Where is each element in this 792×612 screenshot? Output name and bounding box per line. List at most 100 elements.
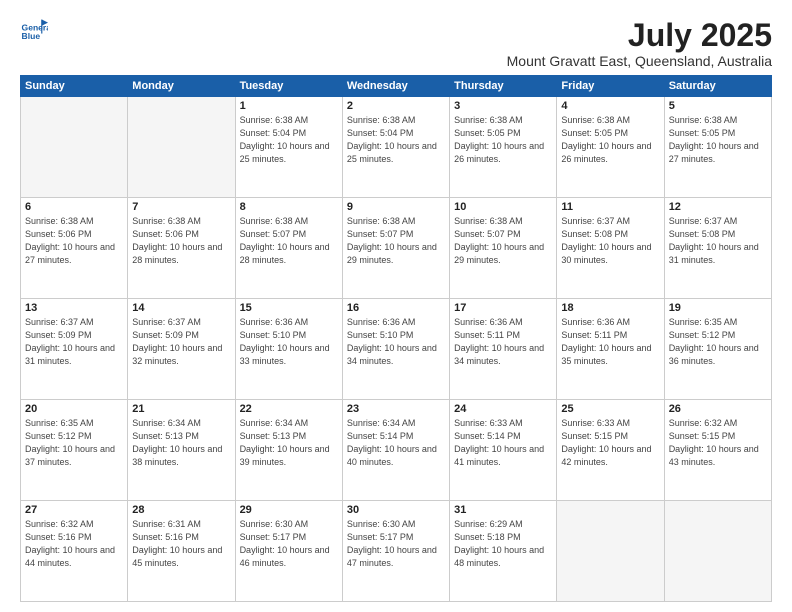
day-number: 10 (454, 201, 552, 213)
calendar-cell (21, 97, 128, 198)
day-number: 26 (669, 403, 767, 415)
day-info: Sunrise: 6:38 AM Sunset: 5:06 PM Dayligh… (25, 215, 123, 267)
day-info: Sunrise: 6:34 AM Sunset: 5:13 PM Dayligh… (240, 417, 338, 469)
day-info: Sunrise: 6:38 AM Sunset: 5:06 PM Dayligh… (132, 215, 230, 267)
day-info: Sunrise: 6:30 AM Sunset: 5:17 PM Dayligh… (347, 518, 445, 570)
day-info: Sunrise: 6:29 AM Sunset: 5:18 PM Dayligh… (454, 518, 552, 570)
week-row-2: 13Sunrise: 6:37 AM Sunset: 5:09 PM Dayli… (21, 299, 772, 400)
weekday-header-row: SundayMondayTuesdayWednesdayThursdayFrid… (21, 76, 772, 97)
calendar-cell: 19 Sunrise: 6:35 AM Sunset: 5:12 PM Dayli… (664, 299, 771, 400)
calendar-cell: 25 Sunrise: 6:33 AM Sunset: 5:15 PM Dayli… (557, 400, 664, 501)
weekday-header-thursday: Thursday (450, 76, 557, 97)
day-number: 27 (25, 504, 123, 516)
day-number: 18 (561, 302, 659, 314)
day-info: Sunrise: 6:37 AM Sunset: 5:08 PM Dayligh… (669, 215, 767, 267)
day-info: Sunrise: 6:36 AM Sunset: 5:10 PM Dayligh… (347, 316, 445, 368)
day-number: 20 (25, 403, 123, 415)
calendar-table: SundayMondayTuesdayWednesdayThursdayFrid… (20, 75, 772, 602)
day-info: Sunrise: 6:32 AM Sunset: 5:15 PM Dayligh… (669, 417, 767, 469)
week-row-0: 1Sunrise: 6:38 AM Sunset: 5:04 PM Daylig… (21, 97, 772, 198)
day-number: 7 (132, 201, 230, 213)
day-info: Sunrise: 6:36 AM Sunset: 5:11 PM Dayligh… (454, 316, 552, 368)
day-info: Sunrise: 6:36 AM Sunset: 5:11 PM Dayligh… (561, 316, 659, 368)
generalblue-logo-icon: General Blue (20, 18, 48, 46)
calendar-cell: 16 Sunrise: 6:36 AM Sunset: 5:10 PM Dayli… (342, 299, 449, 400)
calendar-cell: 23 Sunrise: 6:34 AM Sunset: 5:14 PM Dayli… (342, 400, 449, 501)
day-number: 11 (561, 201, 659, 213)
week-row-1: 6 Sunrise: 6:38 AM Sunset: 5:06 PM Daylig… (21, 198, 772, 299)
day-number: 25 (561, 403, 659, 415)
day-info: Sunrise: 6:35 AM Sunset: 5:12 PM Dayligh… (669, 316, 767, 368)
day-info: Sunrise: 6:33 AM Sunset: 5:15 PM Dayligh… (561, 417, 659, 469)
day-number: 31 (454, 504, 552, 516)
day-info: Sunrise: 6:38 AM Sunset: 5:04 PM Dayligh… (347, 114, 445, 166)
day-number: 17 (454, 302, 552, 314)
calendar-cell: 31 Sunrise: 6:29 AM Sunset: 5:18 PM Dayli… (450, 501, 557, 602)
calendar-cell: 7 Sunrise: 6:38 AM Sunset: 5:06 PM Daylig… (128, 198, 235, 299)
header: General Blue July 2025 Mount Gravatt Eas… (20, 18, 772, 69)
week-row-4: 27Sunrise: 6:32 AM Sunset: 5:16 PM Dayli… (21, 501, 772, 602)
day-number: 8 (240, 201, 338, 213)
page: General Blue July 2025 Mount Gravatt Eas… (0, 0, 792, 612)
day-number: 6 (25, 201, 123, 213)
day-number: 21 (132, 403, 230, 415)
calendar-cell: 26 Sunrise: 6:32 AM Sunset: 5:15 PM Dayli… (664, 400, 771, 501)
weekday-header-tuesday: Tuesday (235, 76, 342, 97)
calendar-cell: 11Sunrise: 6:37 AM Sunset: 5:08 PM Dayli… (557, 198, 664, 299)
calendar-cell: 28Sunrise: 6:31 AM Sunset: 5:16 PM Dayli… (128, 501, 235, 602)
calendar-cell: 22 Sunrise: 6:34 AM Sunset: 5:13 PM Dayli… (235, 400, 342, 501)
weekday-header-monday: Monday (128, 76, 235, 97)
calendar-cell (664, 501, 771, 602)
weekday-header-sunday: Sunday (21, 76, 128, 97)
day-number: 9 (347, 201, 445, 213)
calendar-cell: 10 Sunrise: 6:38 AM Sunset: 5:07 PM Dayli… (450, 198, 557, 299)
day-number: 24 (454, 403, 552, 415)
day-info: Sunrise: 6:34 AM Sunset: 5:14 PM Dayligh… (347, 417, 445, 469)
calendar-cell (128, 97, 235, 198)
calendar-cell: 17 Sunrise: 6:36 AM Sunset: 5:11 PM Dayli… (450, 299, 557, 400)
calendar-cell: 15Sunrise: 6:36 AM Sunset: 5:10 PM Dayli… (235, 299, 342, 400)
day-info: Sunrise: 6:35 AM Sunset: 5:12 PM Dayligh… (25, 417, 123, 469)
calendar-cell: 1Sunrise: 6:38 AM Sunset: 5:04 PM Daylig… (235, 97, 342, 198)
day-number: 14 (132, 302, 230, 314)
day-number: 23 (347, 403, 445, 415)
weekday-header-friday: Friday (557, 76, 664, 97)
day-info: Sunrise: 6:38 AM Sunset: 5:05 PM Dayligh… (454, 114, 552, 166)
day-number: 16 (347, 302, 445, 314)
calendar-cell: 24 Sunrise: 6:33 AM Sunset: 5:14 PM Dayli… (450, 400, 557, 501)
day-info: Sunrise: 6:31 AM Sunset: 5:16 PM Dayligh… (132, 518, 230, 570)
location-title: Mount Gravatt East, Queensland, Australi… (507, 53, 772, 69)
month-title: July 2025 (507, 18, 772, 53)
day-info: Sunrise: 6:38 AM Sunset: 5:07 PM Dayligh… (347, 215, 445, 267)
calendar-cell: 20 Sunrise: 6:35 AM Sunset: 5:12 PM Dayli… (21, 400, 128, 501)
day-number: 22 (240, 403, 338, 415)
title-block: July 2025 Mount Gravatt East, Queensland… (507, 18, 772, 69)
day-number: 30 (347, 504, 445, 516)
calendar-cell: 13Sunrise: 6:37 AM Sunset: 5:09 PM Dayli… (21, 299, 128, 400)
calendar-cell: 30 Sunrise: 6:30 AM Sunset: 5:17 PM Dayli… (342, 501, 449, 602)
weekday-header-saturday: Saturday (664, 76, 771, 97)
calendar-cell: 8Sunrise: 6:38 AM Sunset: 5:07 PM Daylig… (235, 198, 342, 299)
weekday-header-wednesday: Wednesday (342, 76, 449, 97)
day-number: 4 (561, 100, 659, 112)
day-info: Sunrise: 6:34 AM Sunset: 5:13 PM Dayligh… (132, 417, 230, 469)
calendar-cell: 9 Sunrise: 6:38 AM Sunset: 5:07 PM Daylig… (342, 198, 449, 299)
day-info: Sunrise: 6:36 AM Sunset: 5:10 PM Dayligh… (240, 316, 338, 368)
calendar-cell: 14Sunrise: 6:37 AM Sunset: 5:09 PM Dayli… (128, 299, 235, 400)
week-row-3: 20 Sunrise: 6:35 AM Sunset: 5:12 PM Dayli… (21, 400, 772, 501)
day-number: 12 (669, 201, 767, 213)
day-info: Sunrise: 6:33 AM Sunset: 5:14 PM Dayligh… (454, 417, 552, 469)
calendar-cell: 27Sunrise: 6:32 AM Sunset: 5:16 PM Dayli… (21, 501, 128, 602)
calendar-cell: 21 Sunrise: 6:34 AM Sunset: 5:13 PM Dayli… (128, 400, 235, 501)
day-info: Sunrise: 6:38 AM Sunset: 5:07 PM Dayligh… (454, 215, 552, 267)
calendar-cell: 18 Sunrise: 6:36 AM Sunset: 5:11 PM Dayli… (557, 299, 664, 400)
calendar-cell: 5Sunrise: 6:38 AM Sunset: 5:05 PM Daylig… (664, 97, 771, 198)
day-info: Sunrise: 6:38 AM Sunset: 5:05 PM Dayligh… (561, 114, 659, 166)
logo: General Blue (20, 18, 48, 46)
calendar-cell: 6 Sunrise: 6:38 AM Sunset: 5:06 PM Daylig… (21, 198, 128, 299)
calendar-cell: 2Sunrise: 6:38 AM Sunset: 5:04 PM Daylig… (342, 97, 449, 198)
day-info: Sunrise: 6:30 AM Sunset: 5:17 PM Dayligh… (240, 518, 338, 570)
day-info: Sunrise: 6:38 AM Sunset: 5:04 PM Dayligh… (240, 114, 338, 166)
day-number: 3 (454, 100, 552, 112)
day-number: 19 (669, 302, 767, 314)
